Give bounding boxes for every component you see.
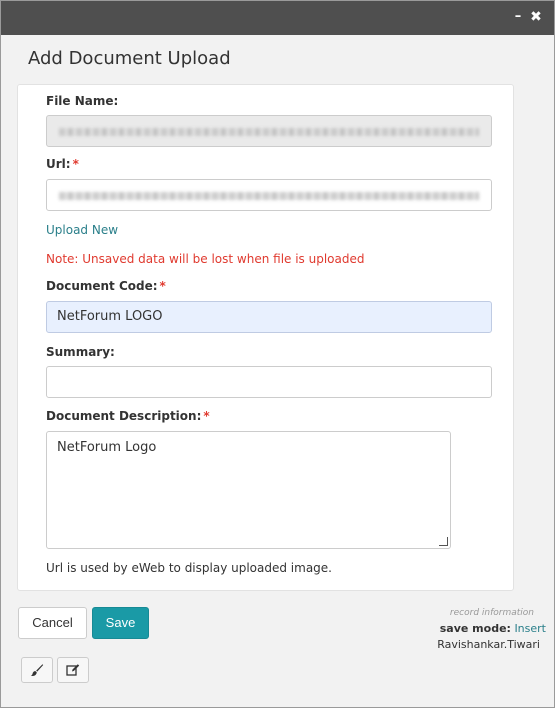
unsaved-note: Note: Unsaved data will be lost when fil… xyxy=(46,252,365,266)
dialog-window: – ✖ Add Document Upload File Name: Url: *… xyxy=(0,0,555,708)
blurred-url xyxy=(59,192,479,200)
url-label: Url: * xyxy=(46,157,79,171)
brush-icon xyxy=(30,664,44,677)
url-field[interactable] xyxy=(46,179,492,211)
title-bar: – ✖ xyxy=(1,1,554,35)
dialog-title: Add Document Upload xyxy=(28,48,231,69)
brush-button[interactable] xyxy=(21,657,53,683)
document-code-label: Document Code: * xyxy=(46,279,166,293)
required-marker: * xyxy=(72,157,79,171)
document-code-field[interactable]: NetForum LOGO xyxy=(46,301,492,333)
edit-button[interactable] xyxy=(57,657,89,683)
blurred-file-name xyxy=(59,128,479,136)
resize-grip-icon[interactable] xyxy=(439,537,448,546)
close-icon[interactable]: ✖ xyxy=(528,9,544,25)
save-mode: save mode: Insert xyxy=(440,622,546,635)
document-description-textarea[interactable]: NetForum Logo xyxy=(46,431,451,549)
minimize-icon[interactable]: – xyxy=(510,9,526,25)
record-information-label: record information xyxy=(449,608,534,618)
save-button[interactable]: Save xyxy=(92,607,149,639)
form-panel: File Name: Url: * Upload New Note: Unsave… xyxy=(17,84,514,591)
file-name-label: File Name: xyxy=(46,94,119,108)
upload-new-link[interactable]: Upload New xyxy=(46,223,118,237)
record-user: Ravishankar.Tiwari xyxy=(437,638,540,651)
required-marker: * xyxy=(203,409,210,423)
edit-icon xyxy=(66,664,80,676)
document-description-label: Document Description: * xyxy=(46,409,210,423)
document-description-value: NetForum Logo xyxy=(57,440,157,455)
required-marker: * xyxy=(159,279,166,293)
save-mode-value[interactable]: Insert xyxy=(514,622,546,635)
save-mode-label: save mode: xyxy=(439,622,511,635)
summary-label: Summary: xyxy=(46,345,115,359)
summary-field[interactable] xyxy=(46,366,492,398)
cancel-button[interactable]: Cancel xyxy=(18,607,87,639)
file-name-field[interactable] xyxy=(46,115,492,147)
document-code-value: NetForum LOGO xyxy=(57,309,163,324)
url-helper-text: Url is used by eWeb to display uploaded … xyxy=(46,561,332,575)
